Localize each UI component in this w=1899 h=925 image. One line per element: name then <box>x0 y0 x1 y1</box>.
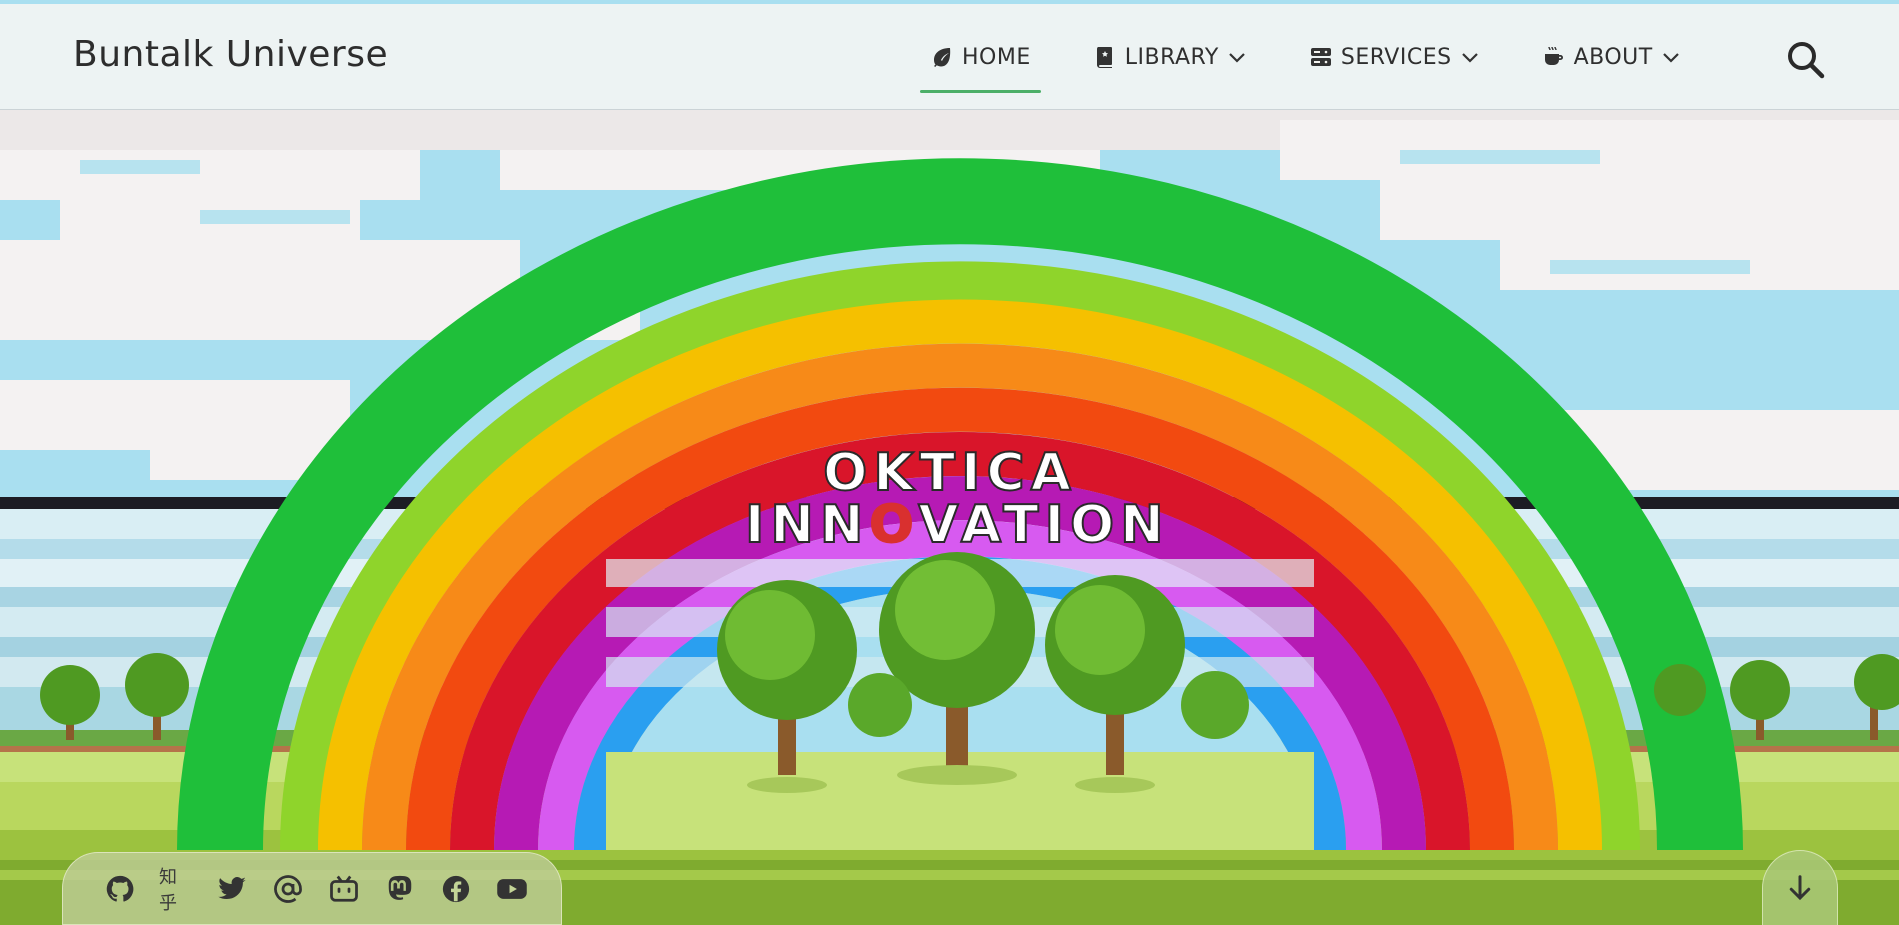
chevron-down-icon <box>1460 47 1480 67</box>
nav-label-about: ABOUT <box>1573 44 1653 70</box>
chevron-down-icon <box>1661 47 1681 67</box>
social-link-email[interactable] <box>271 872 305 906</box>
nav-item-services[interactable]: SERVICES <box>1299 4 1490 110</box>
social-link-youtube[interactable] <box>495 872 529 906</box>
social-link-zhihu[interactable]: 知乎 <box>159 867 193 914</box>
github-icon <box>106 875 134 902</box>
social-link-bilibili[interactable] <box>327 872 361 906</box>
leaf-icon <box>930 45 954 69</box>
logo-accent-letter: O <box>868 495 919 555</box>
nav-label-services: SERVICES <box>1340 44 1452 70</box>
at-icon <box>274 874 302 903</box>
nav-label-library: LIBRARY <box>1124 44 1219 70</box>
nav-label-home: HOME <box>962 44 1031 70</box>
arrow-down-icon <box>1789 875 1811 901</box>
social-link-twitter[interactable] <box>215 872 249 906</box>
social-links-bar: 知乎 <box>62 852 562 925</box>
zhihu-icon: 知乎 <box>159 866 177 914</box>
social-link-mastodon[interactable] <box>383 872 417 906</box>
chevron-down-icon <box>1227 47 1247 67</box>
scroll-down-button[interactable] <box>1762 850 1838 925</box>
twitter-icon <box>218 876 246 899</box>
mastodon-icon <box>388 875 412 900</box>
social-link-facebook[interactable] <box>439 872 473 906</box>
search-icon <box>1788 42 1825 79</box>
site-brand[interactable]: Buntalk Universe <box>73 34 388 75</box>
logo-line-1: OKTICA <box>822 443 1077 503</box>
nav-item-home[interactable]: HOME <box>920 4 1041 110</box>
youtube-icon <box>497 878 527 899</box>
hero-logo: OKTICA INNOVATION <box>744 443 1170 557</box>
nav-item-library[interactable]: LIBRARY <box>1083 4 1257 110</box>
book-icon <box>1093 45 1117 69</box>
bilibili-icon <box>330 875 358 902</box>
server-icon <box>1309 45 1333 69</box>
facebook-icon <box>442 875 470 902</box>
search-button[interactable] <box>1786 40 1826 80</box>
nav-item-about[interactable]: ABOUT <box>1532 4 1691 110</box>
top-navbar: Buntalk Universe HOME LIBRARY SERVICES A… <box>0 4 1899 110</box>
coffee-icon <box>1542 45 1566 69</box>
logo-line-2: INNOVATION <box>744 495 1170 555</box>
social-link-github[interactable] <box>103 872 137 906</box>
nav-menu: HOME LIBRARY SERVICES ABOUT <box>920 4 1733 110</box>
